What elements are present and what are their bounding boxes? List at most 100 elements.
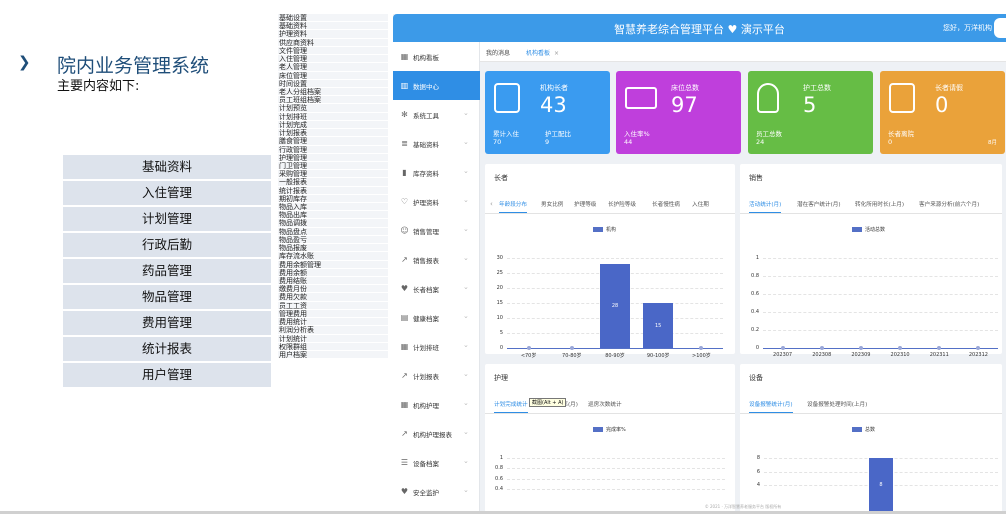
submodule-item[interactable]: 基础资料 <box>278 22 388 31</box>
panel-tab[interactable]: 潜在客户统计(月) <box>797 200 841 208</box>
module-item[interactable]: 基础资料 <box>63 155 271 179</box>
submodule-item[interactable]: 计划统计 <box>278 334 388 343</box>
sidebar-item[interactable]: ♥ 长者档案 ⌄ <box>393 274 480 303</box>
submodule-item[interactable]: 利润分析表 <box>278 326 388 335</box>
data-point[interactable] <box>937 346 942 350</box>
submodule-item[interactable]: 行政管理 <box>278 145 388 154</box>
submodule-item[interactable]: 护理管理 <box>278 153 388 162</box>
chart-legend[interactable]: 总数 <box>852 426 875 433</box>
sidebar-item[interactable]: ↗ 计划报表 ⌄ <box>393 361 480 390</box>
sidebar-item[interactable]: ↗ 机构护理报表 ⌄ <box>393 419 480 448</box>
sidebar-item[interactable]: ≣ 基础资料 ⌄ <box>393 129 480 158</box>
panel-tab[interactable]: 年龄段分布 <box>499 200 527 213</box>
submodule-item[interactable]: 基础设置 <box>278 14 388 23</box>
data-point[interactable] <box>976 346 981 350</box>
submodule-item[interactable]: 物品入库 <box>278 203 388 212</box>
panel-tab[interactable]: 长者慢性病 <box>652 200 680 208</box>
submodule-item[interactable]: 费用余额管理 <box>278 260 388 269</box>
submodule-item[interactable]: 费用余额 <box>278 268 388 277</box>
data-point[interactable] <box>819 346 824 350</box>
submodule-item[interactable]: 物品报废 <box>278 244 388 253</box>
sidebar-item[interactable]: ▦ 机构护理 ⌄ <box>393 390 480 419</box>
stat-card[interactable]: 护工总数 5 员工总数 24 <box>748 71 873 154</box>
sidebar-item[interactable]: ▤ 健康档案 ⌄ <box>393 303 480 332</box>
submodule-item[interactable]: 用户档案 <box>278 350 388 360</box>
submodule-item[interactable]: 物品盈亏 <box>278 235 388 245</box>
submodule-item[interactable]: 计划报表 <box>278 129 388 138</box>
submodule-item[interactable]: 时间设置 <box>278 79 388 88</box>
submodule-item[interactable]: 文件管理 <box>278 46 388 56</box>
submodule-item[interactable]: 统计报表 <box>278 186 388 195</box>
close-icon[interactable]: × <box>554 50 559 57</box>
submodule-item[interactable]: 管理费用 <box>278 309 388 319</box>
chart-legend[interactable]: 完成率% <box>593 426 626 433</box>
chart-legend[interactable]: 活动总数 <box>852 226 885 233</box>
sidebar-item[interactable]: ▦ 机构看板 <box>393 42 480 71</box>
data-point[interactable] <box>526 346 531 350</box>
sidebar-item[interactable]: ♡ 护理资料 ⌄ <box>393 187 480 216</box>
data-point[interactable] <box>858 346 863 350</box>
submodule-item[interactable]: 老人管理 <box>278 63 388 72</box>
submodule-item[interactable]: 期初库存 <box>278 194 388 204</box>
submodule-item[interactable]: 员工班组档案 <box>278 96 388 105</box>
tab-dashboard[interactable]: 机构看板 × <box>526 48 559 57</box>
panel-tab[interactable]: 男女比例 <box>541 200 563 208</box>
submodule-item[interactable]: 采购管理 <box>278 170 388 179</box>
panel-tab[interactable]: 设备报警统计(月) <box>749 400 793 413</box>
submodule-item[interactable]: 一般报表 <box>278 178 388 187</box>
submodule-item[interactable]: 计划完成 <box>278 120 388 130</box>
submodule-item[interactable]: 缴费月份 <box>278 285 388 294</box>
sidebar-item[interactable]: ♥ 安全监护 ⌄ <box>393 477 480 506</box>
submodule-item[interactable]: 费用欠款 <box>278 293 388 302</box>
chart-legend[interactable]: 机构 <box>593 226 616 233</box>
stat-card[interactable]: 床位总数 97 入住率% 44 <box>616 71 741 154</box>
tab-messages[interactable]: 我的消息 <box>486 48 510 57</box>
sidebar-item[interactable]: ▮ 库存资料 ⌄ <box>393 158 480 187</box>
sidebar-item[interactable]: ☺ 销售管理 ⌄ <box>393 216 480 245</box>
submodule-item[interactable]: 库存流水账 <box>278 252 388 261</box>
submodule-item[interactable]: 老人分组档案 <box>278 87 388 97</box>
stat-card[interactable]: 机构长者 43 累计入住 70 护工配比 9 <box>485 71 610 154</box>
data-point[interactable] <box>780 346 785 350</box>
panel-tab[interactable]: 转化所用时长(上月) <box>855 200 904 208</box>
panel-tab[interactable]: 设备报警处理时间(上月) <box>807 400 867 408</box>
module-item[interactable]: 用户管理 <box>63 363 271 387</box>
panel-tab[interactable]: 活动统计(月) <box>749 200 782 213</box>
submodule-item[interactable]: 物品调拨 <box>278 219 388 228</box>
panel-tab[interactable]: 护理等级 <box>574 200 596 208</box>
module-item[interactable]: 统计报表 <box>63 337 271 361</box>
submodule-item[interactable]: 费用统计 <box>278 318 388 327</box>
submodule-item[interactable]: 物品盘点 <box>278 227 388 236</box>
module-item[interactable]: 入住管理 <box>63 181 271 205</box>
avatar[interactable] <box>994 18 1006 38</box>
sidebar-item[interactable]: ▥ 数据中心 <box>393 71 480 100</box>
user-greeting[interactable]: 您好，万洋机构 <box>943 23 992 33</box>
sidebar-item[interactable]: ☰ 设备档案 ⌄ <box>393 448 480 477</box>
stat-card[interactable]: 长者请假 0 长者离院 0 8月 <box>880 71 1005 154</box>
module-item[interactable]: 行政后勤 <box>63 233 271 257</box>
panel-tab[interactable]: 客户来源分析(前六个月) <box>919 200 979 208</box>
panel-tab[interactable]: 长护险等级 <box>608 200 636 208</box>
sidebar-item[interactable]: ▦ 计划排班 ⌄ <box>393 332 480 361</box>
submodule-item[interactable]: 膳食管理 <box>278 137 388 146</box>
submodule-item[interactable]: 物品出库 <box>278 211 388 220</box>
submodule-item[interactable]: 员工工资 <box>278 301 388 310</box>
module-item[interactable]: 计划管理 <box>63 207 271 231</box>
module-item[interactable]: 药品管理 <box>63 259 271 283</box>
module-item[interactable]: 物品管理 <box>63 285 271 309</box>
submodule-item[interactable]: 门卫管理 <box>278 161 388 171</box>
submodule-item[interactable]: 计划预览 <box>278 104 388 113</box>
submodule-item[interactable]: 入住管理 <box>278 55 388 64</box>
submodule-item[interactable]: 计划排班 <box>278 112 388 121</box>
data-point[interactable] <box>898 346 903 350</box>
sidebar-item[interactable]: ↗ 销售报表 ⌄ <box>393 245 480 274</box>
panel-tab[interactable]: 巡房次数统计 <box>588 400 622 408</box>
data-point[interactable] <box>569 346 574 350</box>
module-item[interactable]: 费用管理 <box>63 311 271 335</box>
sidebar-item[interactable]: ✻ 系统工具 ⌄ <box>393 100 480 129</box>
data-point[interactable] <box>699 346 704 350</box>
panel-tab[interactable]: 计划完成统计 <box>494 400 528 413</box>
submodule-item[interactable]: 护理资料 <box>278 30 388 39</box>
panel-tab[interactable]: 入住期 <box>692 200 709 208</box>
submodule-item[interactable]: 权限群组 <box>278 342 388 351</box>
